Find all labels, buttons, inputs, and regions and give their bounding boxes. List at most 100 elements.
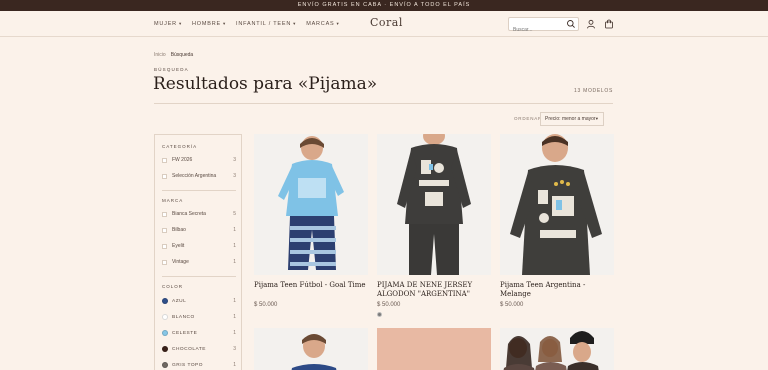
product-price: $ 50.000 <box>254 302 278 308</box>
chevron-down-icon: ▾ <box>595 116 598 121</box>
product-price: $ 50.000 <box>500 302 524 308</box>
product-image[interactable] <box>500 134 614 275</box>
nav-item-hombre[interactable]: HOMBRE ▾ <box>192 21 226 27</box>
filter-label: Selección Argentina <box>172 173 217 179</box>
filter-count: 1 <box>233 243 236 249</box>
filter-option[interactable]: FW 2026 3 <box>162 156 236 164</box>
chevron-down-icon: ▾ <box>293 21 297 26</box>
filter-label: GRIS TOPO <box>172 362 203 368</box>
chevron-down-icon: ▾ <box>178 21 183 26</box>
filter-label: CHOCOLATE <box>172 346 206 352</box>
shopping-bag-icon[interactable] <box>604 19 614 29</box>
filter-label: CELESTE <box>172 330 198 336</box>
announcement-bar: ENVÍO GRATIS EN CABA · ENVÍO A TODO EL P… <box>0 0 768 11</box>
filter-label: FW 2026 <box>172 157 193 163</box>
breadcrumb-current: Búsqueda <box>170 52 194 58</box>
filter-option[interactable]: Vintage 1 <box>162 258 236 266</box>
sort-select[interactable]: Precio: menor a mayor ▾ <box>540 112 604 126</box>
filter-label: Vintage <box>172 259 189 265</box>
checkbox[interactable] <box>162 173 167 179</box>
filter-count: 1 <box>233 330 236 336</box>
chevron-down-icon: ▾ <box>222 21 227 26</box>
product-card[interactable]: Pijama Teen Fútbol - Goal Time $ 50.000 <box>254 134 368 314</box>
checkbox[interactable] <box>162 259 167 265</box>
filter-count: 1 <box>233 314 236 320</box>
checkbox[interactable] <box>162 243 167 249</box>
filter-count: 1 <box>233 259 236 265</box>
filter-option[interactable]: Bianca Secreta 5 <box>162 210 236 218</box>
breadcrumb: Inicio Búsqueda <box>154 52 193 58</box>
results-count: 13 MODELOS <box>574 88 613 94</box>
filter-option[interactable]: Eyelit 1 <box>162 242 236 250</box>
color-swatch[interactable] <box>162 298 168 304</box>
filter-title-brand: MARCA <box>162 198 184 203</box>
product-image[interactable] <box>377 328 491 370</box>
breadcrumb-home[interactable]: Inicio <box>154 52 166 58</box>
search-icon[interactable] <box>566 19 576 29</box>
filter-option[interactable]: Selección Argentina 3 <box>162 172 236 180</box>
checkbox[interactable] <box>162 157 167 163</box>
filter-count: 3 <box>233 346 236 352</box>
site-header: MUJER ▾ HOMBRE ▾ INFANTIL / TEEN ▾ MARCAS ▾ … <box>0 11 768 37</box>
divider <box>162 190 236 191</box>
filter-label: Bilbao <box>172 227 186 233</box>
filter-label: Eyelit <box>172 243 185 249</box>
product-price: $ 50.000 <box>377 302 401 308</box>
search-input[interactable] <box>509 24 565 36</box>
nav-label: HOMBRE <box>192 21 221 27</box>
filter-count: 5 <box>233 211 236 217</box>
search-box <box>508 17 579 36</box>
site-logo[interactable]: Coral <box>370 16 403 29</box>
user-icon[interactable] <box>586 19 596 29</box>
product-card[interactable] <box>377 328 491 370</box>
chevron-down-icon: ▾ <box>336 21 340 26</box>
color-filter-option[interactable]: AZUL 1 <box>162 297 236 305</box>
product-name[interactable]: PIJAMA DE NENE JERSEY ALGODON "ARGENTINA… <box>377 281 491 299</box>
product-image[interactable] <box>254 328 368 370</box>
nav-label: MUJER <box>154 21 177 27</box>
filter-count: 1 <box>233 298 236 304</box>
product-image[interactable] <box>254 134 368 275</box>
sort-label: ORDENAR <box>514 116 543 121</box>
product-card[interactable] <box>500 328 614 370</box>
filter-count: 3 <box>233 173 236 179</box>
product-image[interactable] <box>500 328 614 370</box>
nav-item-mujer[interactable]: MUJER ▾ <box>154 21 182 27</box>
filter-count: 1 <box>233 362 236 368</box>
color-filter-option[interactable]: BLANCO 1 <box>162 313 236 321</box>
color-filter-option[interactable]: CELESTE 1 <box>162 329 236 337</box>
filter-option[interactable]: Bilbao 1 <box>162 226 236 234</box>
color-filter-option[interactable]: CHOCOLATE 3 <box>162 345 236 353</box>
product-card[interactable]: PIJAMA DE NENE JERSEY ALGODON "ARGENTINA… <box>377 134 491 320</box>
filter-label: Bianca Secreta <box>172 211 206 217</box>
page-title: Resultados para «Pijama» <box>153 74 378 94</box>
nav-item-infantil-teen[interactable]: INFANTIL / TEEN ▾ <box>236 21 296 27</box>
color-swatch[interactable] <box>377 312 382 317</box>
nav-item-marcas[interactable]: MARCAS ▾ <box>306 21 339 27</box>
filter-count: 1 <box>233 227 236 233</box>
filter-sidebar: CATEGORÍA FW 2026 3 Selección Argentina 3 … <box>154 134 242 370</box>
product-card[interactable]: Pijama Teen Argentina - Melange $ 50.000 <box>500 134 614 314</box>
product-image[interactable] <box>377 134 491 275</box>
color-swatch[interactable] <box>162 330 168 336</box>
checkbox[interactable] <box>162 227 167 233</box>
product-card[interactable] <box>254 328 368 370</box>
page-kicker: BÚSQUEDA <box>154 67 189 72</box>
divider <box>162 276 236 277</box>
sort-value: Precio: menor a mayor <box>545 116 596 122</box>
main-nav: MUJER ▾ HOMBRE ▾ INFANTIL / TEEN ▾ MARCAS ▾ <box>154 11 340 37</box>
color-filter-option[interactable]: GRIS TOPO 1 <box>162 361 236 369</box>
divider <box>154 103 613 104</box>
product-name[interactable]: Pijama Teen Fútbol - Goal Time <box>254 281 368 290</box>
filter-title-category: CATEGORÍA <box>162 144 198 149</box>
filter-count: 3 <box>233 157 236 163</box>
color-swatch[interactable] <box>162 314 168 320</box>
announcement-text: ENVÍO GRATIS EN CABA · ENVÍO A TODO EL P… <box>297 2 471 8</box>
filter-label: AZUL <box>172 298 187 304</box>
filter-label: BLANCO <box>172 314 195 320</box>
nav-label: MARCAS <box>306 21 335 27</box>
color-swatch[interactable] <box>162 362 168 368</box>
color-swatch[interactable] <box>162 346 168 352</box>
product-name[interactable]: Pijama Teen Argentina - Melange <box>500 281 614 299</box>
checkbox[interactable] <box>162 211 167 217</box>
